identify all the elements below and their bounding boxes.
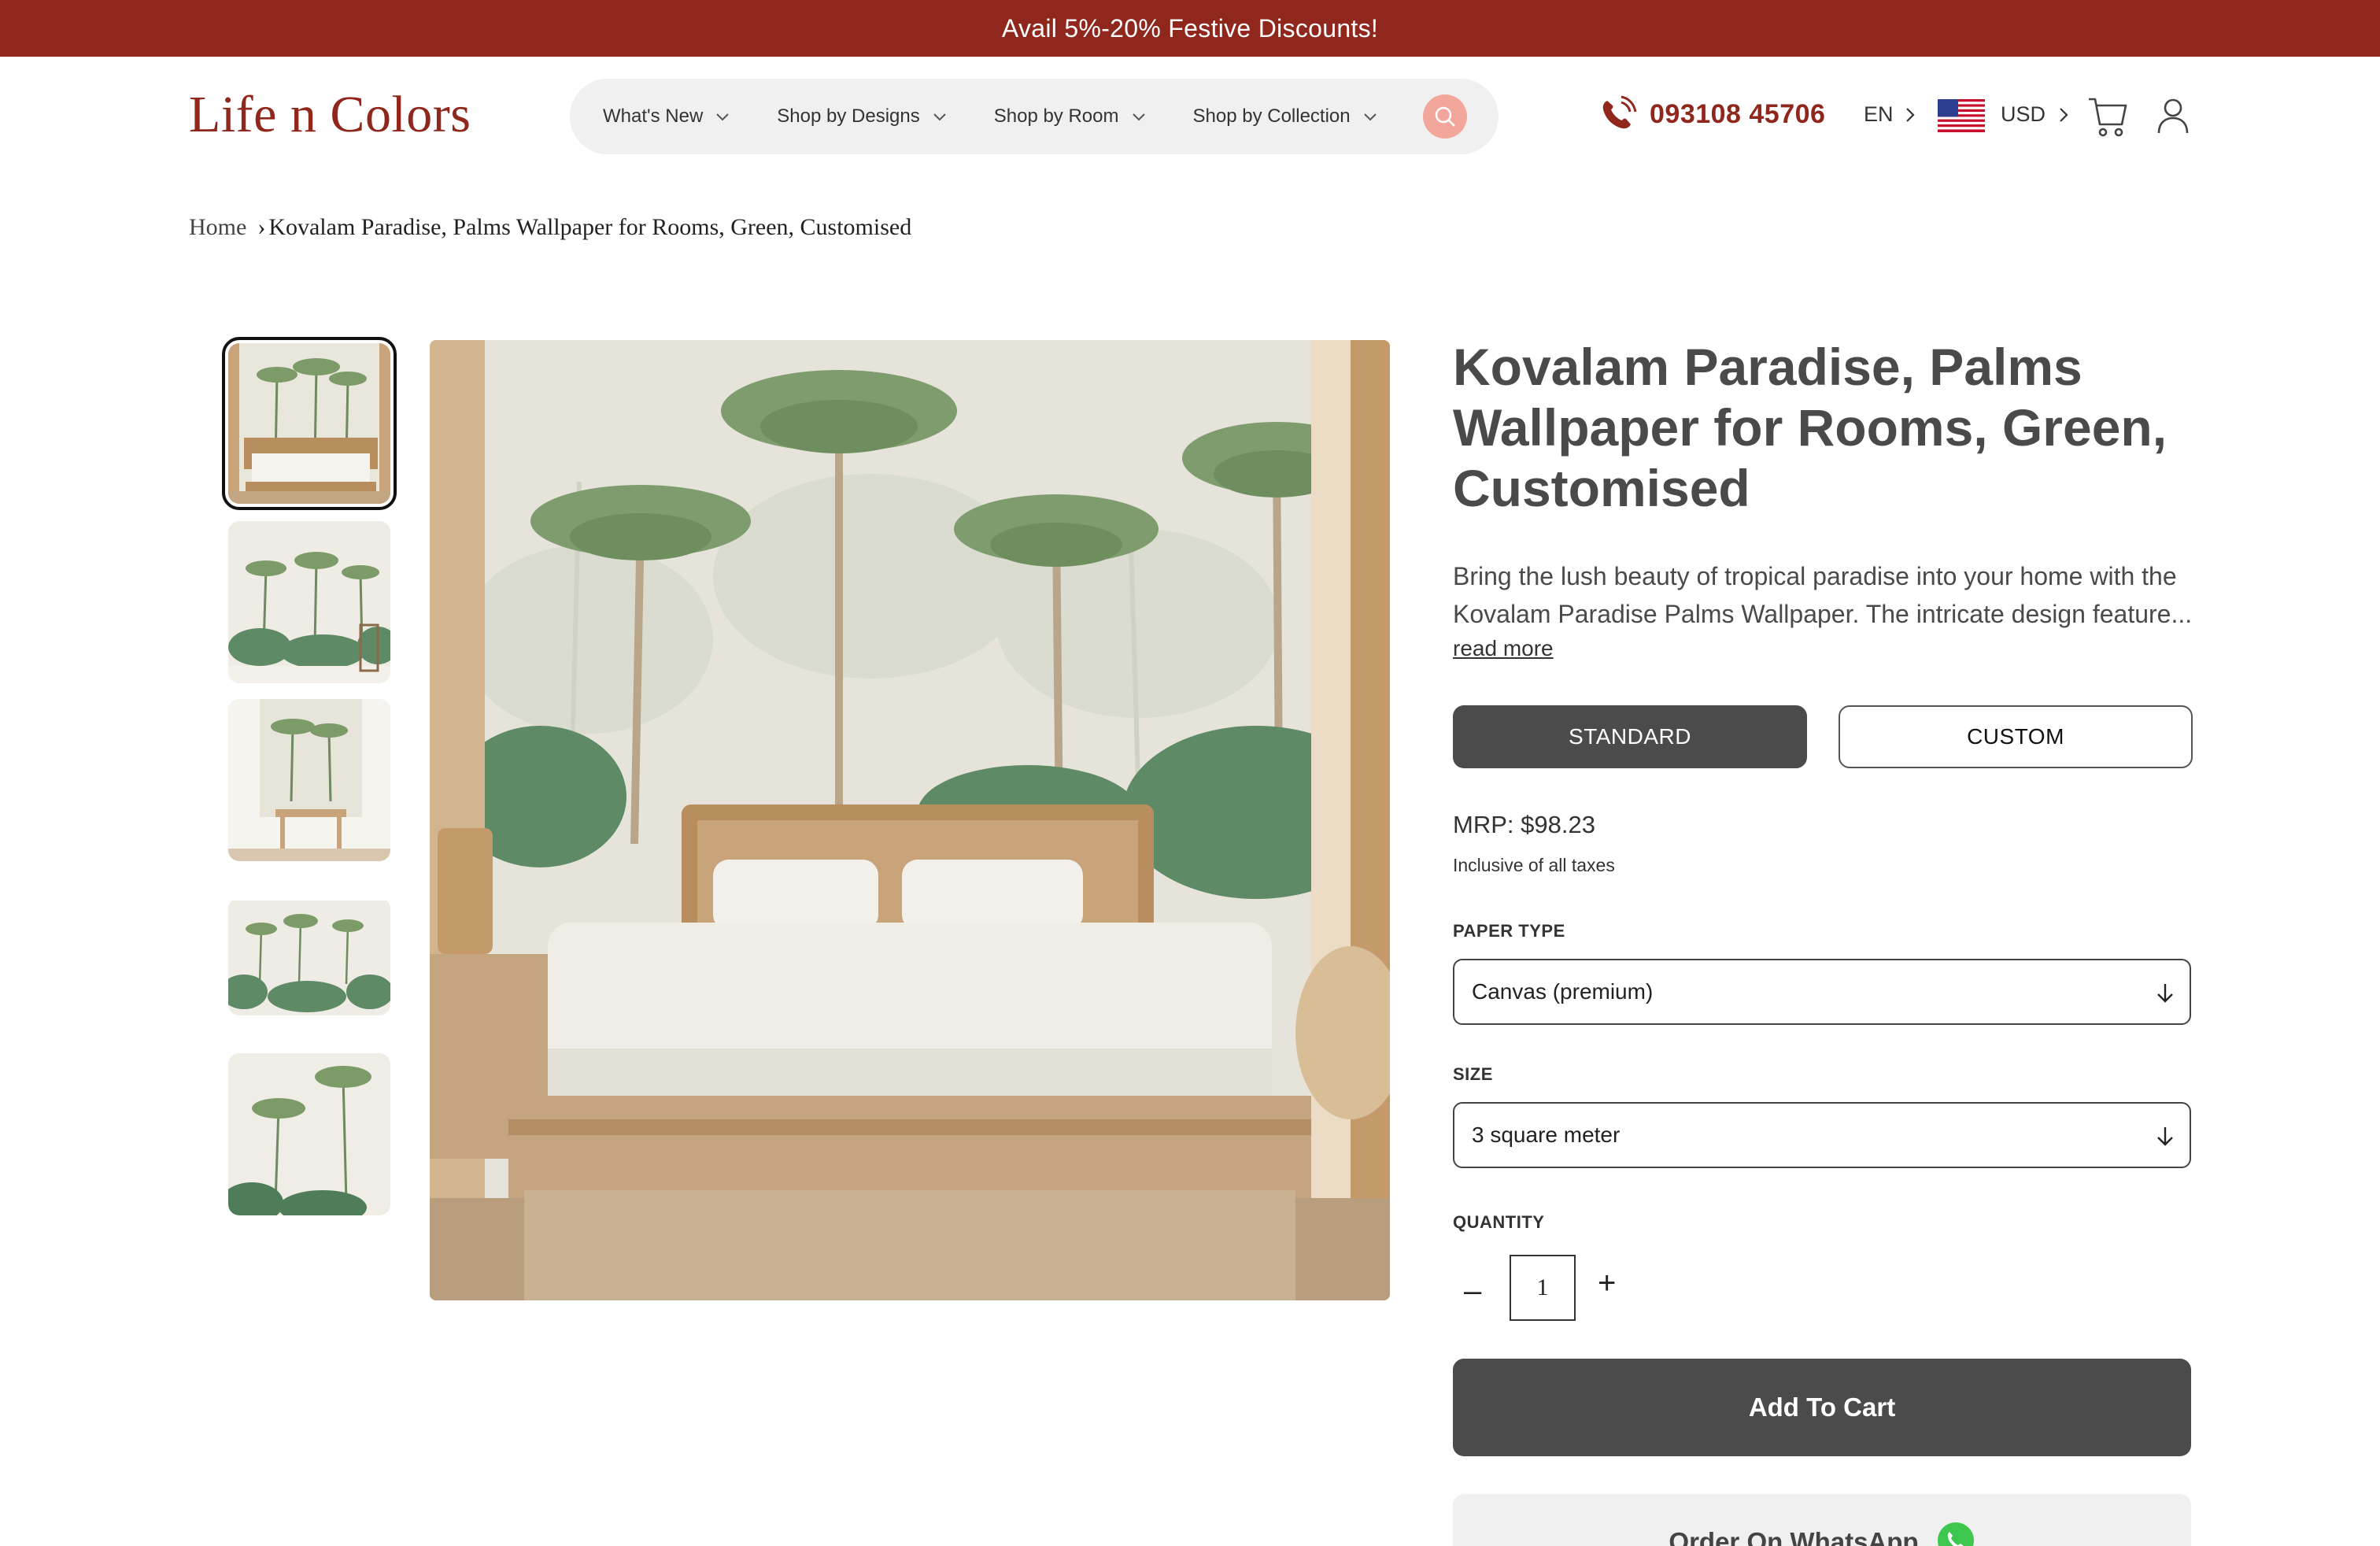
phone-number: 093108 45706 <box>1650 98 1826 129</box>
tax-note: Inclusive of all taxes <box>1453 855 1615 875</box>
announcement-bar: Avail 5%-20% Festive Discounts! <box>0 0 2380 57</box>
nav-item-shop-by-designs[interactable]: Shop by Designs <box>777 105 948 128</box>
phone-contact[interactable]: 093108 45706 <box>1598 94 1825 134</box>
bedroom-wallpaper-illustration <box>430 340 1390 1300</box>
thumbnail-image-palm-closeup <box>228 1053 390 1215</box>
chevron-right-icon <box>2060 107 2068 122</box>
add-to-cart-button[interactable]: Add To Cart <box>1453 1359 2191 1456</box>
breadcrumb-separator: › <box>257 214 266 240</box>
option-custom-button[interactable]: CUSTOM <box>1839 705 2193 768</box>
quantity-increase-button[interactable]: + <box>1598 1266 1616 1301</box>
announcement-text: Avail 5%-20% Festive Discounts! <box>1001 13 1379 43</box>
breadcrumb: Home › Kovalam Paradise, Palms Wallpaper f… <box>189 214 911 241</box>
currency-selector[interactable]: USD <box>2001 102 2072 127</box>
product-title: Kovalam Paradise, Palms Wallpaper for Ro… <box>1453 338 2168 517</box>
thumbnail-image-dining <box>228 699 390 861</box>
whatsapp-label: Order On WhatsApp <box>1669 1527 1919 1546</box>
site-logo[interactable]: Life n Colors <box>189 85 471 145</box>
paper-type-select[interactable]: Canvas (premium) <box>1453 959 2191 1025</box>
nav-item-label: Shop by Collection <box>1192 105 1351 127</box>
size-select[interactable]: 3 square meter <box>1453 1102 2191 1168</box>
user-icon[interactable] <box>2156 96 2190 135</box>
product-main-image[interactable] <box>430 340 1390 1300</box>
chevron-down-icon <box>1363 113 1377 121</box>
read-more-link[interactable]: read more <box>1453 636 1554 661</box>
breadcrumb-current: Kovalam Paradise, Palms Wallpaper for Ro… <box>268 214 912 240</box>
quantity-input[interactable]: 1 <box>1510 1255 1576 1321</box>
language-selector[interactable]: EN <box>1864 102 1919 127</box>
chevron-down-icon <box>1132 113 1145 121</box>
option-standard-button[interactable]: STANDARD <box>1453 705 1807 768</box>
chevron-down-icon <box>933 113 946 121</box>
nav-item-label: What's New <box>603 105 704 127</box>
paper-type-label: PAPER TYPE <box>1453 921 1565 941</box>
gallery-thumbnail[interactable] <box>222 337 397 510</box>
product-description: Bring the lush beauty of tropical paradi… <box>1453 562 2193 628</box>
cart-icon[interactable] <box>2087 94 2128 139</box>
currency-label: USD <box>2001 102 2046 126</box>
gallery-thumbnail[interactable] <box>228 897 390 1015</box>
thumbnail-image-palm-mural <box>228 521 390 683</box>
quantity-label: QUANTITY <box>1453 1212 1545 1232</box>
nav-item-whats-new[interactable]: What's New <box>603 105 731 128</box>
size-value: 3 square meter <box>1472 1123 1621 1147</box>
chevron-right-icon <box>1905 107 1915 122</box>
arrow-down-icon <box>2157 1127 2173 1146</box>
chevron-down-icon <box>716 113 729 121</box>
gallery-thumbnail[interactable] <box>228 521 390 683</box>
nav-item-shop-by-room[interactable]: Shop by Room <box>994 105 1148 128</box>
main-nav: What's New Shop by Designs Shop by Room … <box>570 79 1499 154</box>
language-label: EN <box>1864 102 1894 126</box>
thumbnail-image-bedroom <box>228 343 390 504</box>
paper-type-value: Canvas (premium) <box>1472 979 1654 1004</box>
nav-item-shop-by-collection[interactable]: Shop by Collection <box>1193 105 1379 128</box>
gallery-thumbnail[interactable] <box>228 1053 390 1215</box>
thumbnail-image-pattern <box>228 901 390 1015</box>
us-flag-icon[interactable] <box>1938 99 1985 132</box>
product-price: MRP: $98.23 <box>1453 811 1595 838</box>
breadcrumb-home[interactable]: Home <box>189 214 246 240</box>
order-whatsapp-button[interactable]: Order On WhatsApp <box>1453 1494 2191 1546</box>
whatsapp-icon <box>1937 1522 1974 1546</box>
gallery-thumbnail[interactable] <box>228 699 390 861</box>
nav-item-label: Shop by Designs <box>777 105 920 127</box>
arrow-down-icon <box>2157 984 2173 1003</box>
search-button[interactable] <box>1423 94 1467 139</box>
size-label: SIZE <box>1453 1064 1493 1084</box>
search-icon <box>1435 106 1455 127</box>
quantity-decrease-button[interactable]: – <box>1464 1274 1481 1309</box>
phone-icon <box>1602 95 1637 129</box>
nav-item-label: Shop by Room <box>993 105 1119 127</box>
